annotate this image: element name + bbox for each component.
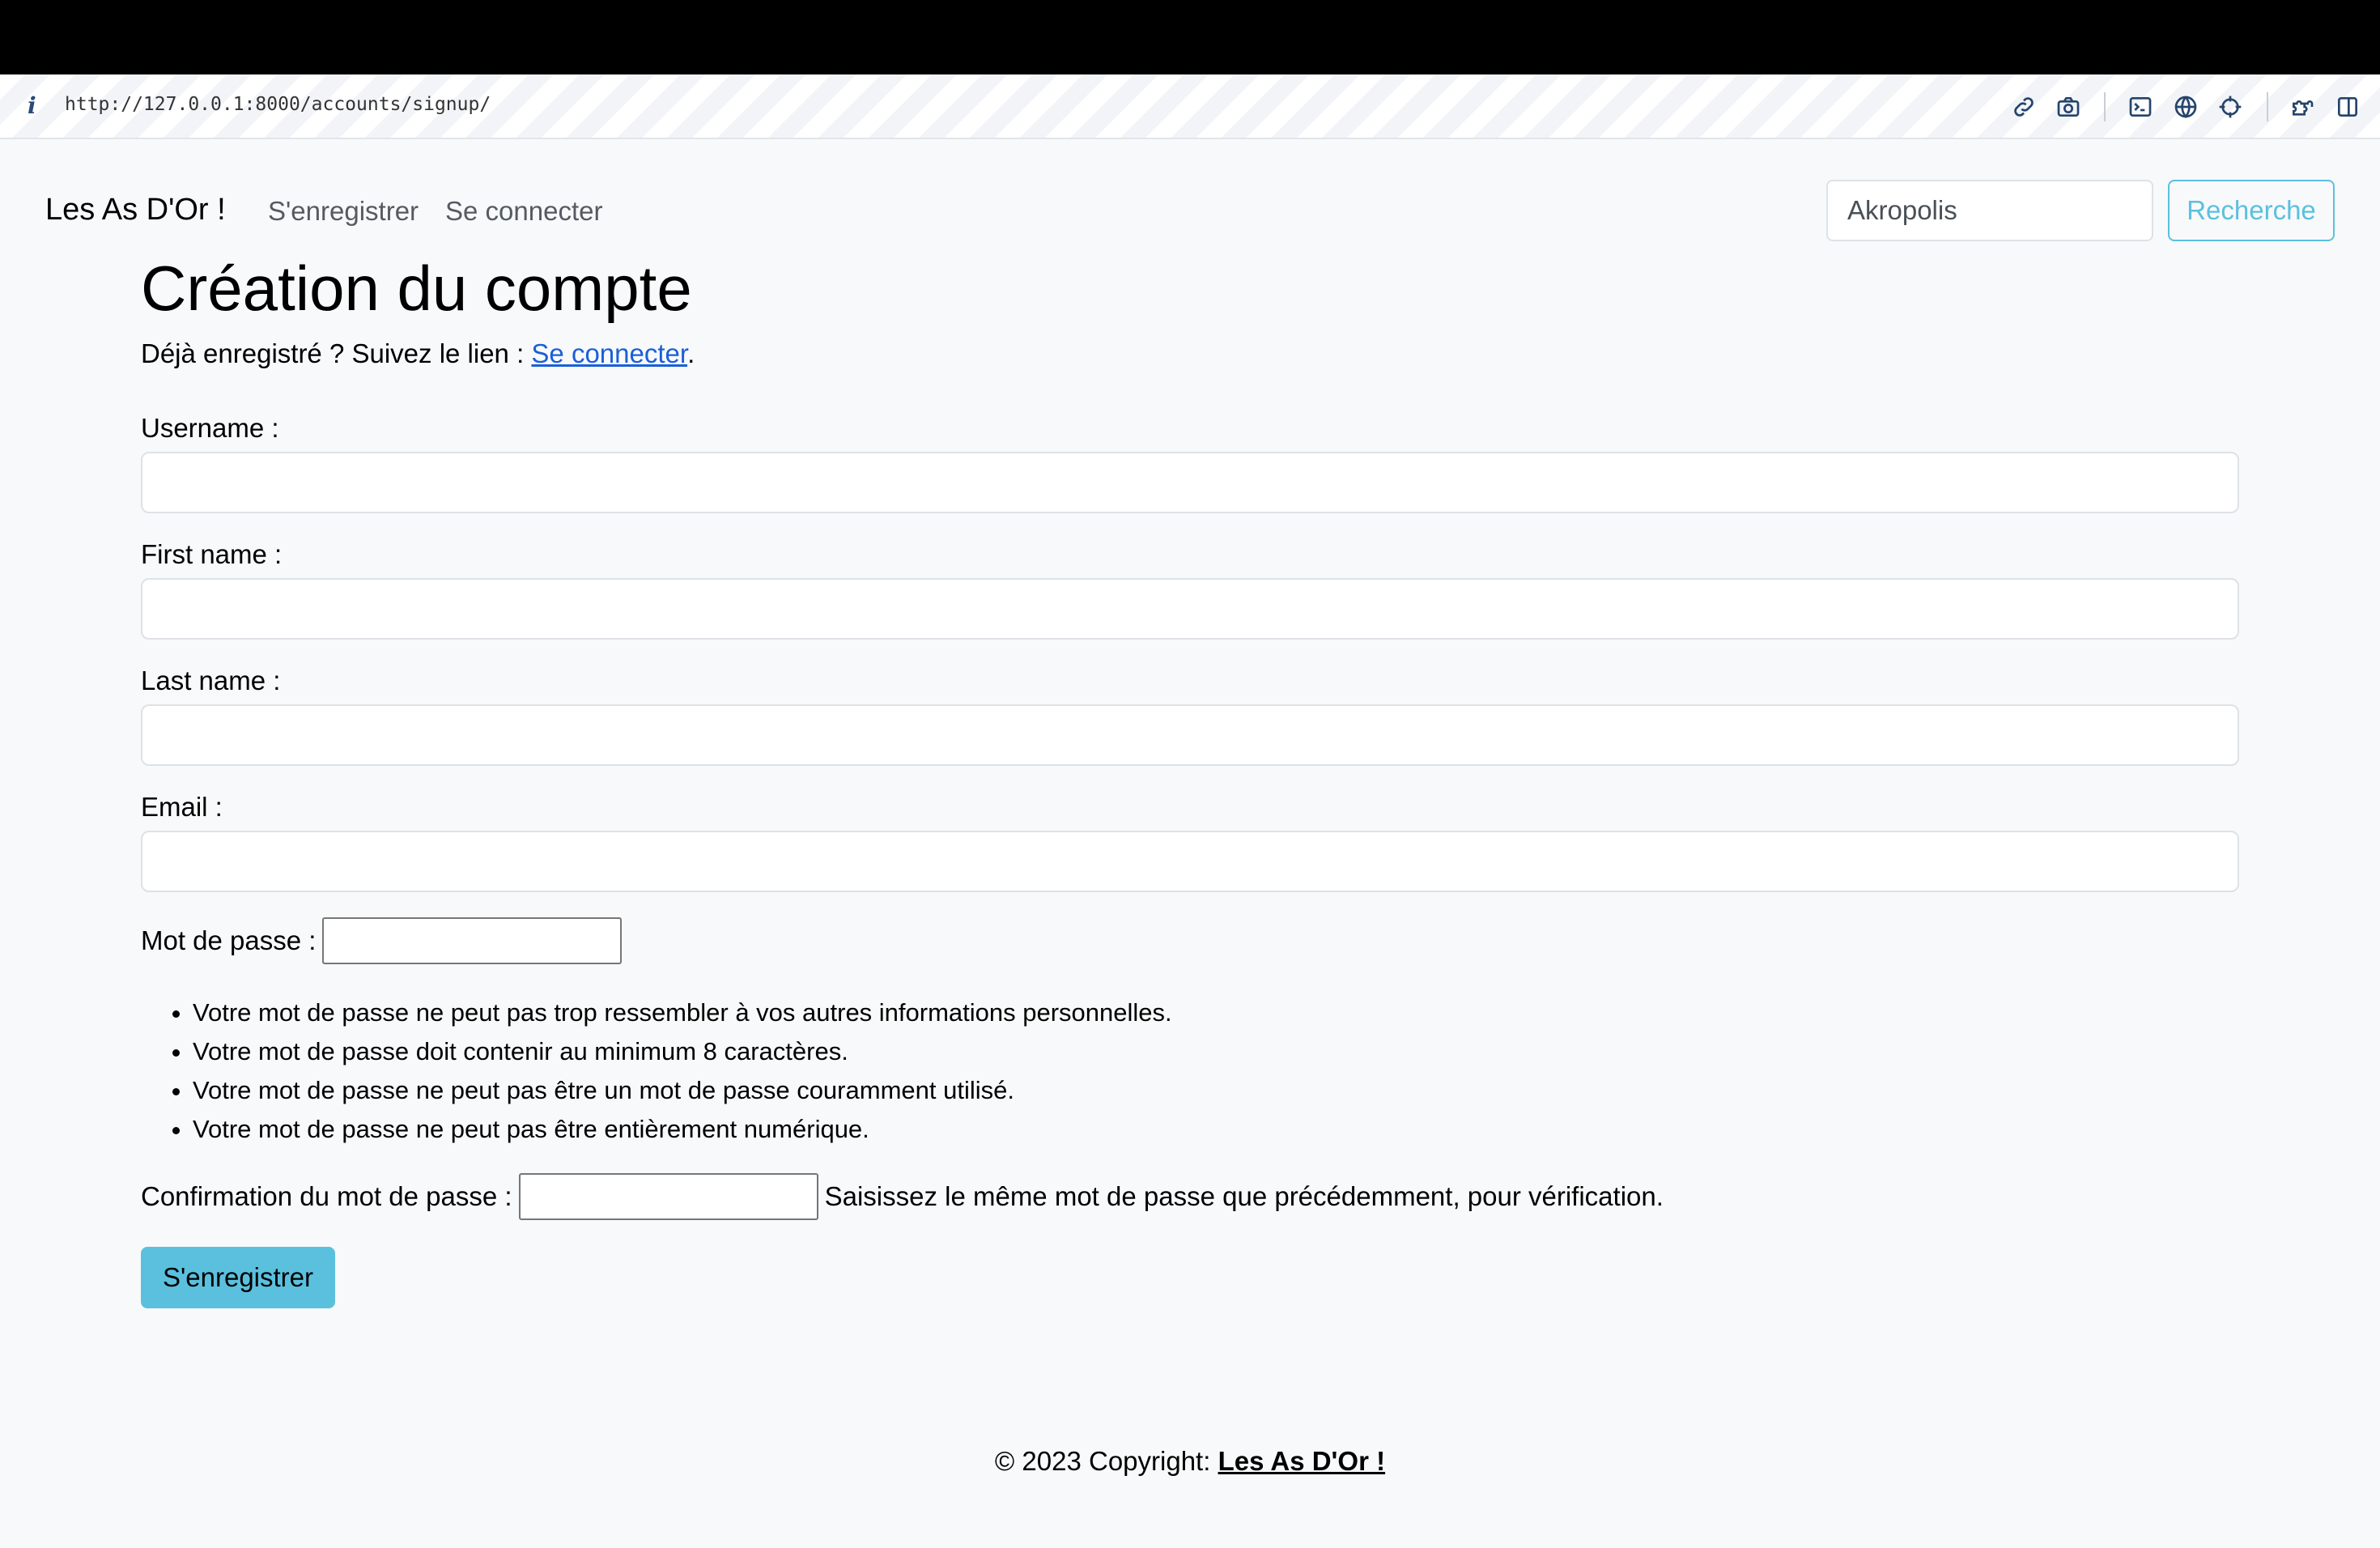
- password-rule: Votre mot de passe ne peut pas être enti…: [193, 1110, 1172, 1149]
- confirm-password-input[interactable]: [518, 1173, 818, 1220]
- globe-icon[interactable]: [2170, 91, 2202, 123]
- sidebar-icon[interactable]: [2331, 91, 2364, 123]
- password-rule: Votre mot de passe doit contenir au mini…: [193, 1032, 1172, 1071]
- toolbar-separator: [2267, 92, 2268, 121]
- footer: © 2023 Copyright: Les As D'Or !: [0, 1446, 2380, 1477]
- first-name-label: First name :: [141, 539, 283, 569]
- login-prompt: Déjà enregistré ? Suivez le lien : Se co…: [141, 338, 2239, 369]
- username-input[interactable]: [141, 452, 2239, 513]
- copyright-text: © 2023 Copyright:: [994, 1446, 1218, 1476]
- login-link[interactable]: Se connecter: [531, 338, 687, 368]
- first-name-input[interactable]: [141, 578, 2239, 640]
- camera-icon[interactable]: [2052, 91, 2085, 123]
- password-rule: Votre mot de passe ne peut pas trop ress…: [193, 993, 1172, 1032]
- info-icon[interactable]: i: [28, 92, 36, 119]
- last-name-label: Last name :: [141, 666, 281, 695]
- login-prompt-text: Déjà enregistré ? Suivez le lien :: [141, 338, 532, 368]
- url-text[interactable]: http://127.0.0.1:8000/accounts/signup/: [65, 94, 491, 115]
- window-top-bar: [0, 0, 2380, 74]
- address-bar: i http://127.0.0.1:8000/accounts/signup/: [0, 74, 2380, 139]
- email-input[interactable]: [141, 831, 2239, 892]
- toolbar-separator: [2104, 92, 2106, 121]
- footer-brand-link[interactable]: Les As D'Or !: [1218, 1446, 1386, 1476]
- signup-page: Création du compte Déjà enregistré ? Sui…: [141, 251, 2239, 1308]
- terminal-icon[interactable]: [2124, 91, 2157, 123]
- password-row: Mot de passe :: [141, 917, 623, 964]
- crosshair-icon[interactable]: [2214, 91, 2246, 123]
- nav-link-signup[interactable]: S'enregistrer: [268, 196, 419, 227]
- email-group: Email :: [141, 792, 2239, 892]
- search-button[interactable]: Recherche: [2168, 180, 2335, 241]
- search-input[interactable]: [1826, 180, 2153, 241]
- password-rules: Votre mot de passe ne peut pas trop ress…: [193, 993, 1172, 1149]
- page-title: Création du compte: [141, 253, 692, 324]
- confirm-password-row: Confirmation du mot de passe : Saisissez…: [141, 1173, 1664, 1220]
- brand-logo[interactable]: Les As D'Or !: [45, 193, 226, 228]
- confirm-password-label: Confirmation du mot de passe :: [141, 1181, 512, 1211]
- extensions-icon[interactable]: [2286, 91, 2318, 123]
- email-label: Email :: [141, 792, 223, 822]
- password-rule: Votre mot de passe ne peut pas être un m…: [193, 1071, 1172, 1110]
- nav-link-login[interactable]: Se connecter: [445, 196, 602, 227]
- signup-submit-button[interactable]: S'enregistrer: [141, 1247, 335, 1308]
- username-group: Username :: [141, 413, 2239, 513]
- password-label: Mot de passe :: [141, 925, 317, 955]
- login-prompt-end: .: [687, 338, 695, 368]
- confirm-password-help: Saisissez le même mot de passe que précé…: [824, 1181, 1664, 1211]
- password-input[interactable]: [322, 917, 623, 964]
- username-label: Username :: [141, 413, 279, 443]
- last-name-input[interactable]: [141, 704, 2239, 766]
- link-icon[interactable]: [2008, 91, 2040, 123]
- first-name-group: First name :: [141, 539, 2239, 640]
- last-name-group: Last name :: [141, 666, 2239, 766]
